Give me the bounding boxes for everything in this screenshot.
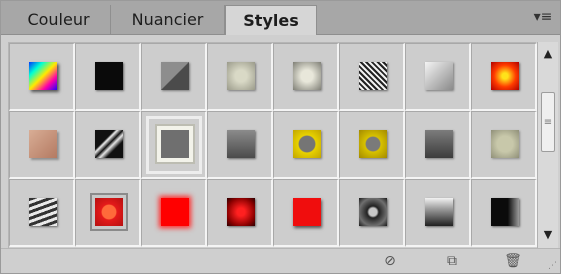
style-cell[interactable] bbox=[141, 111, 207, 179]
style-chrome-knob-swatch bbox=[359, 198, 387, 226]
style-cell[interactable] bbox=[207, 43, 273, 111]
panel-footer: ⊘ ⧉ 🗑 ⋰ bbox=[1, 248, 560, 273]
new-page-icon: ⧉ bbox=[447, 253, 457, 269]
style-silver-swatch bbox=[425, 62, 453, 90]
style-cell[interactable] bbox=[273, 111, 339, 179]
tab-nuancier[interactable]: Nuancier bbox=[111, 5, 225, 34]
style-bevel-gray-swatch bbox=[161, 62, 189, 90]
style-cell[interactable] bbox=[273, 43, 339, 111]
style-cell[interactable] bbox=[141, 179, 207, 247]
style-glass-dark-swatch bbox=[425, 198, 453, 226]
style-zigzag-swatch bbox=[29, 198, 57, 226]
style-cell[interactable] bbox=[471, 179, 537, 247]
no-symbol-icon: ⊘ bbox=[384, 253, 396, 269]
style-marble-swatch bbox=[95, 130, 123, 158]
style-cell[interactable] bbox=[75, 179, 141, 247]
style-prism-swatch bbox=[29, 62, 57, 90]
style-cell[interactable] bbox=[75, 43, 141, 111]
delete-style-button[interactable]: 🗑 bbox=[504, 252, 522, 270]
style-framed-gray-swatch bbox=[161, 130, 189, 158]
styles-panel: Couleur Nuancier Styles ▾≡ ▲ ≡ ▼ ⊘ ⧉ 🗑 ⋰ bbox=[0, 0, 561, 274]
style-noise-swatch bbox=[359, 62, 387, 90]
style-cell[interactable] bbox=[405, 111, 471, 179]
style-cell[interactable] bbox=[405, 179, 471, 247]
tab-styles[interactable]: Styles bbox=[225, 5, 317, 35]
style-cell[interactable] bbox=[471, 43, 537, 111]
style-cell[interactable] bbox=[405, 43, 471, 111]
vertical-scrollbar[interactable]: ▲ ≡ ▼ bbox=[537, 42, 558, 249]
resize-grip-icon[interactable]: ⋰ bbox=[548, 261, 558, 271]
style-bright-red-swatch bbox=[293, 198, 321, 226]
style-steel-swatch bbox=[425, 130, 453, 158]
styles-grid bbox=[9, 43, 537, 247]
style-cell[interactable] bbox=[207, 179, 273, 247]
style-cell[interactable] bbox=[339, 111, 405, 179]
style-fire-swatch bbox=[491, 62, 519, 90]
panel-menu-icon[interactable]: ▾≡ bbox=[532, 7, 554, 27]
style-gold-frame-swatch bbox=[359, 130, 387, 158]
style-khaki-swatch bbox=[491, 130, 519, 158]
style-cell[interactable] bbox=[207, 111, 273, 179]
trash-icon: 🗑 bbox=[504, 253, 522, 269]
grip-icon: ≡ bbox=[543, 117, 553, 128]
style-gold-button-swatch bbox=[293, 130, 321, 158]
style-bevel-tan-swatch bbox=[293, 62, 321, 90]
scroll-thumb[interactable]: ≡ bbox=[541, 92, 555, 152]
style-bevel-light-swatch bbox=[227, 62, 255, 90]
new-style-button[interactable]: ⧉ bbox=[443, 252, 461, 270]
style-cell[interactable] bbox=[9, 111, 75, 179]
style-cell[interactable] bbox=[339, 43, 405, 111]
style-dark-gray-swatch bbox=[227, 130, 255, 158]
styles-grid-area bbox=[8, 42, 537, 250]
style-cell[interactable] bbox=[9, 179, 75, 247]
scroll-down-icon[interactable]: ▼ bbox=[542, 227, 554, 243]
style-cell[interactable] bbox=[141, 43, 207, 111]
style-black-swatch bbox=[95, 62, 123, 90]
style-cell[interactable] bbox=[471, 111, 537, 179]
style-red-radial-swatch bbox=[227, 198, 255, 226]
style-red-framed-swatch bbox=[95, 198, 123, 226]
style-cell[interactable] bbox=[75, 111, 141, 179]
style-cell[interactable] bbox=[339, 179, 405, 247]
tab-couleur[interactable]: Couleur bbox=[7, 5, 111, 34]
style-red-glow-swatch bbox=[161, 198, 189, 226]
style-skin-swatch bbox=[29, 130, 57, 158]
clear-style-button[interactable]: ⊘ bbox=[381, 252, 399, 270]
scroll-up-icon[interactable]: ▲ bbox=[542, 46, 554, 62]
style-cell[interactable] bbox=[9, 43, 75, 111]
tab-bar: Couleur Nuancier Styles ▾≡ bbox=[1, 1, 560, 35]
style-cell[interactable] bbox=[273, 179, 339, 247]
style-black-chrome-swatch bbox=[491, 198, 519, 226]
